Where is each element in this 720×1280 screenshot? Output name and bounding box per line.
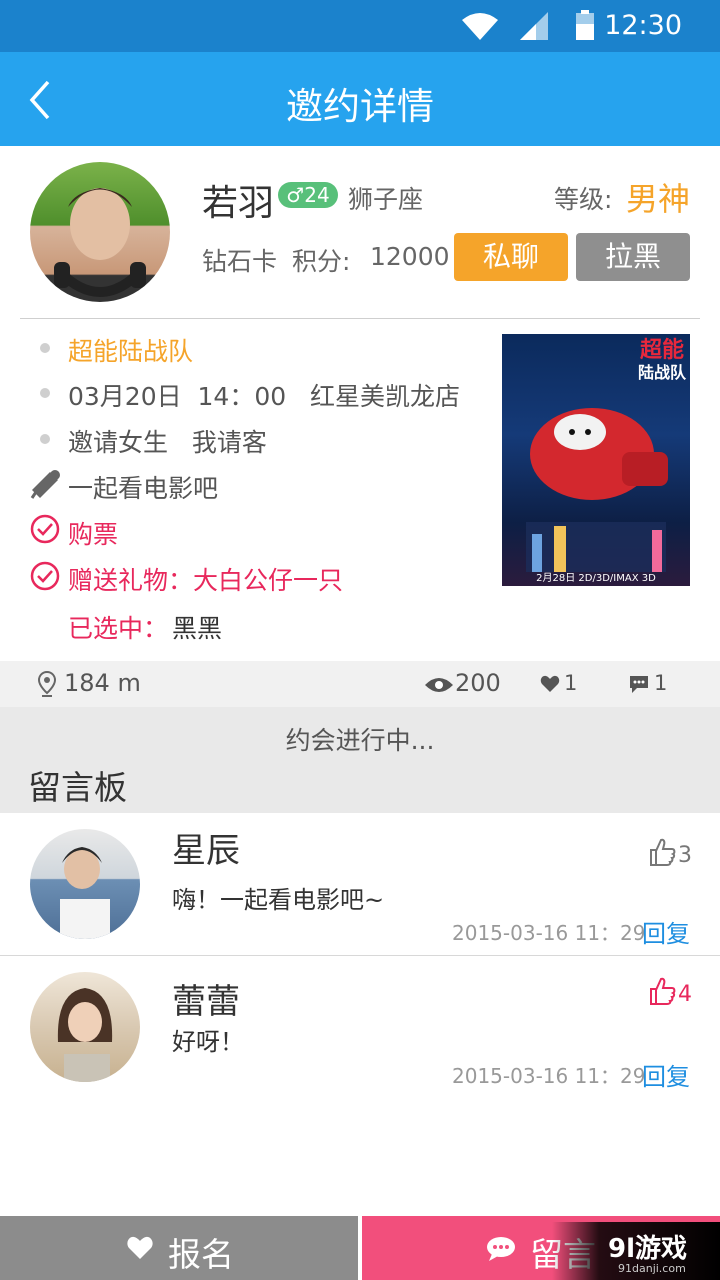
commenter-name: 星辰: [172, 831, 240, 871]
reply-button[interactable]: 回复: [642, 1057, 690, 1092]
board-header: 约会进行中... 留言板: [0, 707, 720, 813]
bullet: [40, 388, 50, 398]
thumbs-up-icon[interactable]: [648, 976, 676, 1006]
eye-icon: [425, 678, 453, 692]
comment-time: 2015-03-16 11：29: [452, 921, 646, 945]
poster-release: 2月28日 2D/3D/IMAX 3D: [536, 573, 656, 584]
battery-icon: [576, 10, 594, 40]
invite-terms: 邀请女生 我请客: [68, 428, 267, 457]
signup-label: 报名: [168, 1235, 234, 1274]
card-type: 钻石卡: [202, 247, 278, 276]
points-label: 积分:: [292, 247, 351, 276]
comment-time: 2015-03-16 11：29: [452, 1064, 646, 1088]
comment-like-count: 3: [678, 843, 692, 868]
clock: 12:30: [604, 10, 682, 41]
wifi-icon: [462, 13, 498, 40]
poster-title-line1: 超能: [639, 338, 684, 363]
comment-icon: [487, 1237, 515, 1261]
block-button[interactable]: 拉黑: [576, 233, 690, 281]
slogan: 一起看电影吧: [68, 474, 219, 503]
comment-like-count: 4: [678, 982, 692, 1007]
heart-icon[interactable]: [540, 675, 560, 693]
comment-item: 星辰 3 嗨！一起看电影吧~ 2015-03-16 11：29 回复: [0, 813, 720, 955]
megaphone-icon: [30, 470, 60, 499]
watermark: 9l游戏 91danji.com: [552, 1222, 720, 1280]
level-value: 男神: [626, 180, 691, 218]
movie-poster[interactable]: 超能 陆战队 2月28日 2D/3D/IMAX 3D: [502, 334, 690, 586]
location-pin-icon: [38, 671, 56, 697]
datetime-place: 03月20日 14：00 红星美凯龙店: [68, 382, 460, 411]
divider: [20, 318, 700, 319]
selected-label: 已选中：: [68, 614, 169, 643]
profile-name: 若羽: [202, 183, 275, 224]
date-progress-text: 约会进行中...: [285, 726, 435, 755]
status-bar: 12:30: [0, 0, 720, 52]
commenter-avatar[interactable]: [30, 972, 140, 1082]
check-circle-icon: [30, 514, 60, 544]
leave-message-button[interactable]: 留言 9l游戏 91danji.com: [362, 1216, 720, 1280]
check-circle-icon: [30, 561, 60, 591]
level-label: 等级:: [554, 185, 613, 214]
title-bar: 邀约详情: [0, 52, 720, 146]
comment-text: 嗨！一起看电影吧~: [172, 886, 385, 914]
gift-option: 赠送礼物：大白公仔一只: [68, 566, 344, 595]
message-board-title: 留言板: [28, 768, 127, 807]
comment-icon[interactable]: [628, 674, 650, 694]
like-count: 1: [564, 671, 578, 695]
movie-name: 超能陆战队: [68, 337, 194, 366]
headphones-icon: [54, 188, 146, 297]
gender-age-badge: ♂24: [278, 182, 338, 208]
commenter-avatar[interactable]: [30, 829, 140, 939]
commenter-name: 蕾蕾: [172, 982, 240, 1022]
zodiac: 狮子座: [348, 185, 424, 214]
comment-count: 1: [654, 671, 668, 695]
bullet: [40, 343, 50, 353]
watermark-text: 9l游戏: [608, 1234, 688, 1264]
distance: 184 m: [64, 669, 141, 697]
profile-avatar[interactable]: [30, 162, 170, 302]
comment-text: 好呀！: [172, 1028, 244, 1056]
ticket-option: 购票: [68, 520, 119, 549]
signal-icon: [520, 12, 548, 40]
view-count: 200: [455, 669, 501, 697]
thumbs-up-icon[interactable]: [648, 837, 676, 867]
signup-button[interactable]: 报名: [0, 1216, 358, 1280]
person-icon: [57, 988, 113, 1082]
private-chat-button[interactable]: 私聊: [454, 233, 568, 281]
selected-value: 黑黑: [172, 614, 223, 643]
heart-icon: [127, 1236, 153, 1259]
poster-title-line2: 陆战队: [637, 363, 686, 382]
page-title: 邀约详情: [286, 85, 434, 128]
comment-item: 蕾蕾 4 好呀！ 2015-03-16 11：29 回复: [0, 956, 720, 1098]
bullet: [40, 434, 50, 444]
person-icon: [60, 847, 110, 939]
watermark-url: 91danji.com: [618, 1262, 686, 1275]
reply-button[interactable]: 回复: [642, 914, 690, 949]
points-value: 12000: [370, 242, 450, 271]
stats-bar: 184 m 200 1 1: [0, 661, 720, 707]
